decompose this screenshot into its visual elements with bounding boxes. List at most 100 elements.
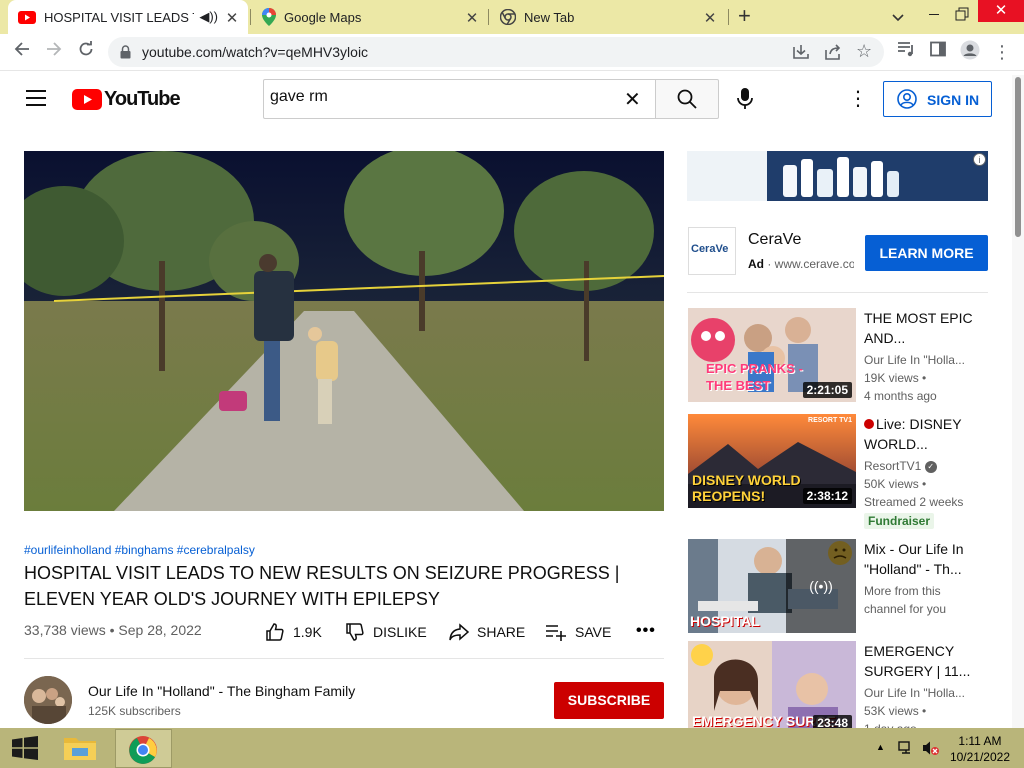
- close-tab-icon[interactable]: ✕: [464, 9, 480, 27]
- youtube-logo-text: YouTube: [104, 87, 181, 110]
- more-actions-icon[interactable]: •••: [636, 622, 656, 640]
- maps-favicon-icon: [262, 8, 276, 26]
- dislike-button[interactable]: DISLIKE: [345, 620, 427, 644]
- tab-title: Google Maps: [284, 9, 362, 25]
- video-hashtags[interactable]: #ourlifeinholland #binghams #cerebralpal…: [24, 543, 255, 557]
- recommendation-item[interactable]: EPIC PRANKS - THE BEST 2:21:05 THE MOST …: [688, 308, 988, 408]
- thumbnail-caption: EPIC PRANKS - THE BEST: [706, 361, 803, 393]
- search-input[interactable]: [270, 88, 610, 106]
- chrome-icon: [129, 736, 157, 764]
- share-arrow-icon: [449, 623, 469, 641]
- media-controls-icon[interactable]: [894, 40, 918, 64]
- tab-title: HOSPITAL VISIT LEADS TO NEW: [44, 9, 194, 25]
- subscribe-button[interactable]: SUBSCRIBE: [554, 682, 664, 719]
- recommendation-item[interactable]: EMERGENCY SURGE 23:48 EMERGENCY SURGERY …: [688, 641, 988, 736]
- learn-more-button[interactable]: LEARN MORE: [865, 235, 988, 271]
- ad-name[interactable]: CeraVe: [748, 231, 801, 249]
- account-icon: [897, 89, 917, 109]
- profile-avatar-icon[interactable]: [958, 40, 982, 64]
- video-thumbnail[interactable]: EMERGENCY SURGE 23:48: [688, 641, 856, 735]
- channel-avatar[interactable]: [24, 676, 72, 724]
- tab-youtube[interactable]: HOSPITAL VISIT LEADS TO NEW ◀︎)) ✕: [8, 0, 248, 34]
- search-icon: [677, 89, 697, 109]
- address-bar[interactable]: youtube.com/watch?v=qeMHV3yloic ☆: [108, 37, 884, 67]
- tab-search-chevron-icon[interactable]: [892, 9, 904, 27]
- network-icon[interactable]: [898, 740, 914, 761]
- cerave-logo-text: CeraVe: [691, 243, 729, 255]
- ad-advertiser-logo[interactable]: CeraVe: [688, 227, 736, 275]
- clear-search-icon[interactable]: ✕: [624, 87, 641, 112]
- lock-icon[interactable]: [120, 45, 131, 59]
- channel-name[interactable]: Our Life In "Holland" - The Bingham Fami…: [88, 683, 355, 699]
- youtube-logo-icon: [72, 88, 102, 110]
- video-title-text: Live: DISNEY WORLD...: [864, 416, 962, 452]
- browser-tab-strip: HOSPITAL VISIT LEADS TO NEW ◀︎)) ✕ Googl…: [0, 0, 1024, 34]
- volume-muted-icon[interactable]: [922, 740, 940, 761]
- youtube-favicon-icon: [18, 10, 36, 24]
- audio-playing-icon[interactable]: ◀︎)): [199, 9, 218, 25]
- side-panel-icon[interactable]: [926, 40, 950, 64]
- close-window-icon[interactable]: ✕: [978, 0, 1024, 22]
- search-button[interactable]: [655, 79, 719, 119]
- subscriber-count: 125K subscribers: [88, 704, 181, 718]
- clock-time: 1:11 AM: [958, 734, 1002, 748]
- settings-more-icon[interactable]: ⋮: [848, 86, 868, 111]
- browser-toolbar: youtube.com/watch?v=qeMHV3yloic ☆ ⋮: [0, 34, 1024, 71]
- share-label: SHARE: [477, 624, 526, 640]
- share-button[interactable]: SHARE: [449, 620, 525, 644]
- back-arrow-icon[interactable]: [10, 40, 34, 64]
- windows-taskbar: ▲ 1:11 AM 10/21/2022: [0, 728, 1024, 768]
- video-title[interactable]: THE MOST EPIC AND...: [864, 308, 974, 348]
- video-thumbnail[interactable]: EPIC PRANKS - THE BEST 2:21:05: [688, 308, 856, 402]
- close-tab-icon[interactable]: ✕: [224, 9, 240, 27]
- scrollbar-thumb[interactable]: [1015, 77, 1021, 237]
- ad-source: Ad · www.cerave.com: [748, 257, 854, 271]
- sidebar-scrollbar[interactable]: [1012, 75, 1024, 728]
- minimize-window-icon[interactable]: [922, 4, 946, 24]
- like-button[interactable]: 1.9K: [265, 620, 322, 644]
- ad-info-icon[interactable]: i: [973, 153, 986, 166]
- save-button[interactable]: SAVE: [545, 620, 611, 644]
- video-title[interactable]: Mix - Our Life In "Holland" - Th...: [864, 539, 974, 579]
- video-thumbnail[interactable]: HOSPITAL ((•)): [688, 539, 856, 633]
- bookmark-star-icon[interactable]: ☆: [856, 41, 872, 62]
- url-text: youtube.com/watch?v=qeMHV3yloic: [142, 44, 369, 60]
- channel-name-text: ResortTV1: [864, 459, 922, 473]
- upload-age: 4 months ago: [864, 389, 937, 403]
- show-hidden-icons-icon[interactable]: ▲: [876, 742, 885, 752]
- hamburger-menu-icon[interactable]: [26, 90, 46, 106]
- recommendation-item[interactable]: HOSPITAL ((•)) Mix - Our Life In "Hollan…: [688, 539, 988, 633]
- chrome-taskbar-button[interactable]: [115, 729, 172, 768]
- reload-icon[interactable]: [74, 40, 98, 64]
- channel-name: ResortTV1 ✓: [864, 459, 974, 473]
- video-frame: [24, 151, 664, 511]
- close-tab-icon[interactable]: ✕: [702, 9, 718, 27]
- install-app-icon[interactable]: [792, 43, 810, 66]
- video-views-date: 33,738 views • Sep 28, 2022: [24, 622, 202, 638]
- system-clock[interactable]: 1:11 AM 10/21/2022: [950, 733, 1010, 765]
- video-player[interactable]: [24, 151, 664, 511]
- channel-name: Our Life In "Holla...: [864, 353, 965, 367]
- video-title[interactable]: EMERGENCY SURGERY | 11...: [864, 641, 974, 681]
- windows-start-icon[interactable]: [12, 736, 38, 765]
- thumbs-down-icon: [346, 623, 364, 641]
- tab-new-tab[interactable]: New Tab ✕: [490, 0, 726, 34]
- ad-banner-image[interactable]: i: [687, 151, 988, 201]
- youtube-logo[interactable]: YouTube: [72, 87, 181, 110]
- new-tab-icon[interactable]: +: [738, 5, 751, 27]
- forward-arrow-icon[interactable]: [42, 40, 66, 64]
- browser-menu-icon[interactable]: ⋮: [990, 40, 1014, 64]
- tab-separator: [250, 9, 251, 25]
- video-title[interactable]: Live: DISNEY WORLD...: [864, 414, 974, 454]
- recommendation-item[interactable]: DISNEY WORLD REOPENS! RESORT TV1 2:38:12…: [688, 414, 988, 529]
- live-dot-icon: [864, 419, 874, 429]
- video-thumbnail[interactable]: DISNEY WORLD REOPENS! RESORT TV1 2:38:12: [688, 414, 856, 508]
- dislike-label: DISLIKE: [373, 624, 427, 640]
- file-explorer-icon[interactable]: [62, 732, 102, 766]
- tab-google-maps[interactable]: Google Maps ✕: [252, 0, 488, 34]
- sign-in-button[interactable]: SIGN IN: [883, 81, 992, 117]
- share-icon[interactable]: [824, 43, 842, 66]
- view-count: 53K views •: [864, 704, 927, 718]
- restore-window-icon[interactable]: [952, 4, 972, 24]
- voice-search-icon[interactable]: [737, 88, 753, 115]
